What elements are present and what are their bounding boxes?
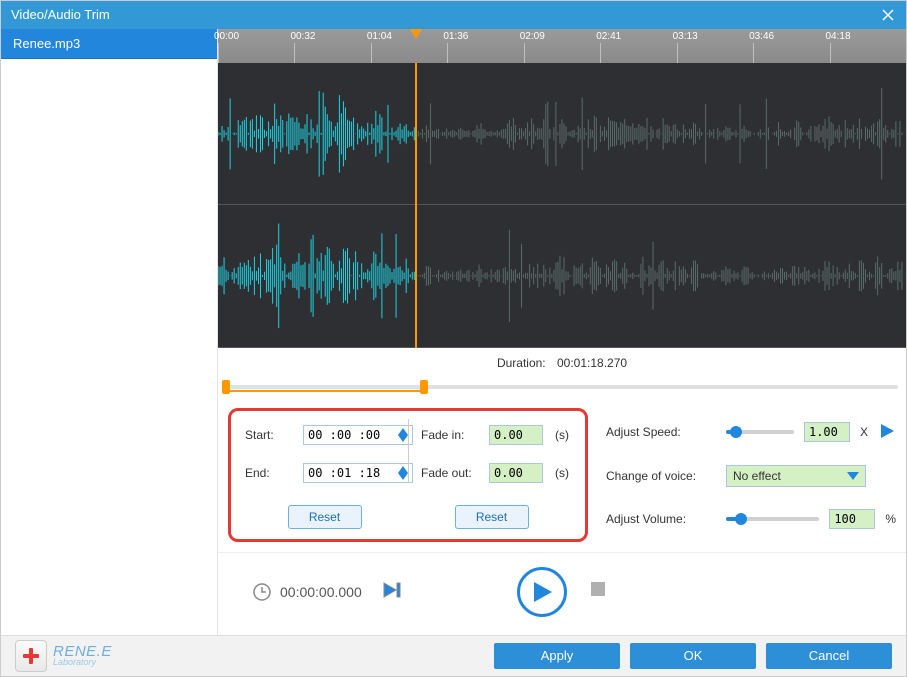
ruler-tick: 01:04 bbox=[367, 31, 392, 42]
slider-thumb[interactable] bbox=[735, 513, 747, 525]
bracket-end-handle[interactable] bbox=[420, 380, 428, 394]
ruler-tick: 03:13 bbox=[673, 31, 698, 42]
stop-button[interactable] bbox=[589, 580, 607, 603]
ruler-tick: 01:36 bbox=[443, 31, 468, 42]
volume-slider[interactable] bbox=[726, 517, 819, 521]
speed-value[interactable] bbox=[804, 422, 850, 442]
window-title: Video/Audio Trim bbox=[11, 7, 880, 22]
voice-label: Change of voice: bbox=[606, 469, 716, 483]
volume-value[interactable] bbox=[829, 509, 875, 529]
ruler-tick: 03:46 bbox=[749, 31, 774, 42]
reset-fade-button[interactable]: Reset bbox=[455, 505, 529, 529]
voice-select[interactable]: No effect bbox=[726, 465, 866, 487]
speed-label: Adjust Speed: bbox=[606, 425, 716, 439]
timeline-ruler[interactable]: 00:00 00:32 01:04 01:36 02:09 02:41 03:1… bbox=[218, 29, 906, 63]
fadein-group: Fade in: (s) bbox=[421, 425, 571, 445]
speed-row: Adjust Speed: X bbox=[606, 422, 896, 443]
titlebar: Video/Audio Trim bbox=[1, 1, 906, 29]
volume-row: Adjust Volume: % bbox=[606, 509, 896, 529]
bracket-selection bbox=[226, 382, 424, 392]
duration-value: 00:01:18.270 bbox=[557, 356, 627, 370]
fadeout-group: Fade out: (s) bbox=[421, 463, 571, 483]
footer: RENE.E Laboratory Apply OK Cancel bbox=[1, 635, 906, 676]
voice-row: Change of voice: No effect bbox=[606, 465, 896, 487]
end-label: End: bbox=[245, 466, 295, 480]
start-label: Start: bbox=[245, 428, 295, 442]
step-next-icon[interactable] bbox=[382, 581, 404, 602]
start-group: Start: bbox=[245, 425, 413, 445]
speed-slider[interactable] bbox=[726, 430, 794, 434]
duration-row: Duration: 00:01:18.270 bbox=[218, 348, 906, 378]
waveform-area[interactable] bbox=[218, 63, 906, 348]
stop-icon bbox=[589, 580, 607, 598]
end-group: End: bbox=[245, 463, 413, 483]
voice-value: No effect bbox=[733, 469, 781, 483]
end-input[interactable] bbox=[303, 463, 413, 483]
bracket-start-handle[interactable] bbox=[222, 380, 230, 394]
playhead-marker[interactable] bbox=[415, 63, 417, 348]
selection-bracket[interactable] bbox=[226, 378, 898, 396]
fadeout-input[interactable] bbox=[489, 463, 543, 483]
chevron-down-icon bbox=[847, 472, 859, 480]
start-field[interactable] bbox=[308, 428, 388, 442]
sidebar-item-label: Renee.mp3 bbox=[13, 36, 80, 51]
ruler-tick: 02:41 bbox=[596, 31, 621, 42]
end-field[interactable] bbox=[308, 466, 388, 480]
content-area: Renee.mp3 00:00 00:32 01:04 01:36 02:09 … bbox=[1, 29, 906, 635]
logo-badge-icon bbox=[15, 640, 47, 672]
cancel-button[interactable]: Cancel bbox=[766, 643, 892, 669]
seconds-unit: (s) bbox=[555, 466, 569, 480]
ruler-tick: 02:09 bbox=[520, 31, 545, 42]
speed-unit: X bbox=[860, 425, 868, 439]
play-icon bbox=[531, 580, 553, 604]
play-preview-icon[interactable] bbox=[878, 422, 896, 443]
spinner-icon[interactable] bbox=[398, 428, 408, 442]
apply-button[interactable]: Apply bbox=[494, 643, 620, 669]
fadein-input[interactable] bbox=[489, 425, 543, 445]
waveform-channel-left bbox=[218, 63, 906, 206]
seconds-unit: (s) bbox=[555, 428, 569, 442]
brand-logo: RENE.E Laboratory bbox=[15, 640, 112, 672]
spinner-icon[interactable] bbox=[398, 466, 408, 480]
volume-unit: % bbox=[885, 512, 896, 526]
window: Video/Audio Trim Renee.mp3 00:00 00:32 0… bbox=[0, 0, 907, 677]
sidebar: Renee.mp3 bbox=[1, 29, 218, 635]
waveform-channel-right bbox=[218, 205, 906, 348]
duration-label: Duration: bbox=[497, 356, 546, 370]
ok-button[interactable]: OK bbox=[630, 643, 756, 669]
clock-icon bbox=[252, 582, 272, 602]
logo-text-line1: RENE.E bbox=[53, 645, 112, 659]
ruler-tick: 00:32 bbox=[290, 31, 315, 42]
main-panel: 00:00 00:32 01:04 01:36 02:09 02:41 03:1… bbox=[218, 29, 906, 635]
start-input[interactable] bbox=[303, 425, 413, 445]
fadein-label: Fade in: bbox=[421, 428, 481, 442]
volume-label: Adjust Volume: bbox=[606, 512, 716, 526]
trim-box: Start: End: bbox=[228, 408, 588, 542]
ruler-tick: 04:18 bbox=[826, 31, 851, 42]
playback-time: 00:00:00.000 bbox=[252, 581, 404, 602]
playback-time-value: 00:00:00.000 bbox=[280, 584, 362, 600]
ruler-tick: 00:00 bbox=[214, 31, 239, 42]
fadeout-label: Fade out: bbox=[421, 466, 481, 480]
adjust-box: Adjust Speed: X Change of voice: bbox=[606, 408, 896, 542]
close-icon[interactable] bbox=[880, 7, 896, 23]
sidebar-item-file[interactable]: Renee.mp3 bbox=[1, 29, 217, 59]
slider-thumb[interactable] bbox=[730, 426, 742, 438]
divider bbox=[408, 419, 409, 483]
controls-panel: Start: End: bbox=[218, 408, 906, 552]
play-button[interactable] bbox=[517, 567, 567, 617]
playback-row: 00:00:00.000 bbox=[218, 552, 906, 635]
reset-time-button[interactable]: Reset bbox=[288, 505, 362, 529]
